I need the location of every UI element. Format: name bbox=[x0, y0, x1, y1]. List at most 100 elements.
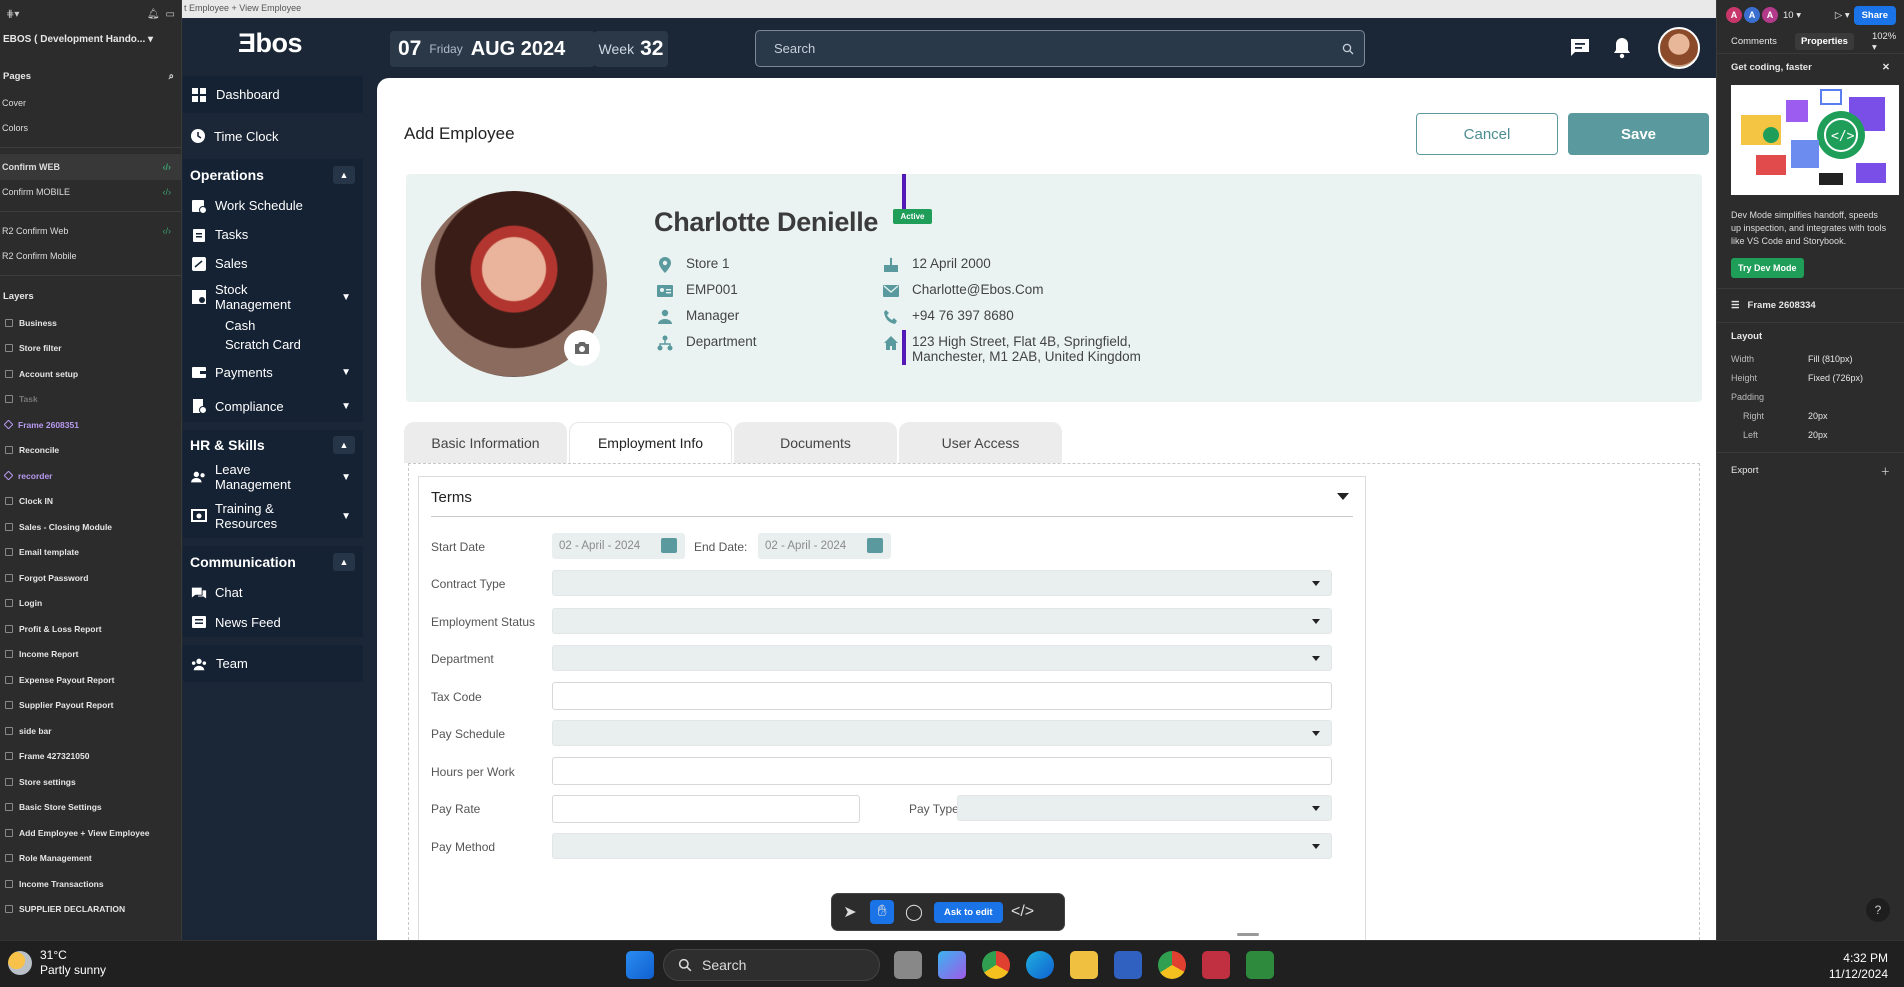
chevron-down-icon[interactable]: ▼ bbox=[341, 401, 351, 412]
layer-item[interactable]: Business bbox=[0, 310, 181, 336]
collapse-caret-icon[interactable] bbox=[1337, 493, 1349, 500]
collapse-icon[interactable]: ▲ bbox=[333, 436, 355, 454]
cancel-button[interactable]: Cancel bbox=[1416, 113, 1558, 155]
padding-left-value[interactable]: 20px bbox=[1808, 430, 1828, 440]
tab-user-access[interactable]: User Access bbox=[899, 422, 1062, 463]
collaborator-avatar[interactable]: A bbox=[1725, 6, 1743, 24]
pay-method-select[interactable] bbox=[552, 833, 1332, 859]
page-item[interactable]: R2 Confirm Mobile bbox=[0, 244, 181, 270]
nav-chat[interactable]: Chat bbox=[183, 578, 363, 607]
nav-communication[interactable]: Communication ▲ bbox=[183, 546, 363, 578]
app-icon[interactable] bbox=[1114, 951, 1142, 979]
frame-selection[interactable]: ☰ Frame 2608334 bbox=[1717, 289, 1904, 323]
ask-to-edit-button[interactable]: Ask to edit bbox=[934, 901, 1003, 923]
nav-hr-skills[interactable]: HR & Skills ▲ bbox=[183, 430, 363, 460]
chevron-down-icon[interactable]: ▼ bbox=[341, 367, 351, 378]
page-item[interactable]: R2 Confirm Web ‹/› bbox=[0, 218, 181, 244]
layer-item[interactable]: SUPPLIER DECLARATION bbox=[0, 897, 181, 923]
layer-item[interactable]: Email template bbox=[0, 540, 181, 566]
layer-item[interactable]: Role Management bbox=[0, 846, 181, 872]
page-item[interactable]: Confirm MOBILE ‹/› bbox=[0, 180, 181, 206]
layer-item[interactable]: Basic Store Settings bbox=[0, 795, 181, 821]
contract-type-select[interactable] bbox=[552, 570, 1332, 596]
task-view-icon[interactable] bbox=[894, 951, 922, 979]
search-icon[interactable]: ⌕ bbox=[169, 71, 178, 82]
messages-icon[interactable] bbox=[1568, 36, 1592, 60]
nav-dashboard[interactable]: Dashboard bbox=[183, 76, 363, 113]
system-clock[interactable]: 4:32 PM 11/12/2024 bbox=[1829, 950, 1888, 982]
layer-item[interactable]: Store filter bbox=[0, 336, 181, 362]
search-input[interactable]: Search bbox=[755, 30, 1365, 67]
padding-right-value[interactable]: 20px bbox=[1808, 411, 1828, 421]
edge-icon[interactable] bbox=[1026, 951, 1054, 979]
tab-employment-info[interactable]: Employment Info bbox=[569, 422, 732, 463]
nav-sales[interactable]: Sales bbox=[183, 249, 363, 278]
nav-stock-management[interactable]: Stock Management ▼ bbox=[183, 278, 363, 316]
tax-code-input[interactable] bbox=[552, 682, 1332, 710]
nav-leave-management[interactable]: Leave Management ▼ bbox=[183, 460, 363, 494]
nav-time-clock[interactable]: Time Clock bbox=[182, 113, 364, 159]
nav-compliance[interactable]: Compliance ▼ bbox=[183, 390, 363, 422]
page-item[interactable]: Confirm WEB ‹/› bbox=[0, 154, 181, 180]
user-avatar[interactable] bbox=[1658, 27, 1700, 69]
chevron-down-icon[interactable]: ▼ bbox=[341, 292, 351, 303]
layer-item[interactable]: Clock IN bbox=[0, 489, 181, 515]
resize-handle[interactable] bbox=[1237, 933, 1259, 936]
add-export-icon[interactable]: ＋ bbox=[1880, 464, 1890, 478]
bell-icon[interactable]: 🔔︎ bbox=[147, 9, 160, 20]
comment-tool-icon[interactable]: ◯ bbox=[902, 900, 926, 924]
camera-icon[interactable] bbox=[564, 330, 600, 366]
move-tool-icon[interactable]: ➤ bbox=[838, 900, 862, 924]
panel-toggle-icon[interactable]: ▭ bbox=[166, 9, 175, 20]
nav-news-feed[interactable]: News Feed bbox=[183, 607, 363, 637]
layer-item[interactable]: Forgot Password bbox=[0, 565, 181, 591]
layer-item[interactable]: Income Report bbox=[0, 642, 181, 668]
hand-tool-icon[interactable]: ✋︎ bbox=[870, 900, 894, 924]
collapse-icon[interactable]: ▲ bbox=[333, 553, 355, 571]
try-dev-mode-button[interactable]: Try Dev Mode bbox=[1731, 258, 1804, 278]
collaborator-avatar[interactable]: A bbox=[1761, 6, 1779, 24]
nav-cash[interactable]: Cash bbox=[183, 316, 363, 335]
help-icon[interactable]: ? bbox=[1866, 898, 1890, 922]
layer-item[interactable]: side bar bbox=[0, 718, 181, 744]
pay-rate-input[interactable] bbox=[552, 795, 860, 823]
play-icon[interactable]: ▷ ▾ bbox=[1835, 10, 1850, 21]
notifications-icon[interactable] bbox=[1610, 36, 1634, 60]
layer-item[interactable]: Frame 427321050 bbox=[0, 744, 181, 770]
zoom-level[interactable]: 102% ▾ bbox=[1872, 31, 1896, 53]
nav-training[interactable]: Training & Resources ▼ bbox=[183, 494, 363, 538]
pay-type-select[interactable] bbox=[957, 795, 1332, 821]
chevron-down-icon[interactable]: ▼ bbox=[341, 511, 351, 522]
copilot-icon[interactable] bbox=[938, 951, 966, 979]
layer-item[interactable]: Frame 2608351 bbox=[0, 412, 181, 438]
layer-item[interactable]: Task bbox=[0, 387, 181, 413]
nav-payments[interactable]: Payments ▼ bbox=[183, 354, 363, 390]
close-icon[interactable]: ✕ bbox=[1882, 62, 1890, 73]
collapse-icon[interactable]: ▲ bbox=[333, 166, 355, 184]
layer-item[interactable]: Expense Payout Report bbox=[0, 667, 181, 693]
collaborator-count[interactable]: 10 ▾ bbox=[1783, 10, 1801, 21]
layer-item[interactable]: Reconcile bbox=[0, 438, 181, 464]
layer-item[interactable]: Store settings bbox=[0, 769, 181, 795]
layer-item[interactable]: Add Employee + View Employee bbox=[0, 820, 181, 846]
save-button[interactable]: Save bbox=[1568, 113, 1709, 155]
figma-menu-icon[interactable]: ⋕▾ bbox=[6, 9, 19, 20]
tab-comments[interactable]: Comments bbox=[1731, 36, 1777, 47]
nav-scratch-card[interactable]: Scratch Card bbox=[183, 335, 363, 354]
employment-status-select[interactable] bbox=[552, 608, 1332, 634]
export-row[interactable]: Export ＋ bbox=[1717, 452, 1904, 488]
page-item[interactable]: Cover bbox=[0, 90, 181, 116]
layer-item[interactable]: recorder bbox=[0, 463, 181, 489]
chrome-icon[interactable] bbox=[982, 951, 1010, 979]
nav-operations[interactable]: Operations ▲ bbox=[183, 159, 363, 191]
layer-item[interactable]: Account setup bbox=[0, 361, 181, 387]
file-explorer-icon[interactable] bbox=[1070, 951, 1098, 979]
chevron-down-icon[interactable]: ▼ bbox=[341, 472, 351, 483]
page-item[interactable]: Colors bbox=[0, 116, 181, 142]
dev-mode-icon[interactable]: </> bbox=[1011, 900, 1035, 924]
layer-item[interactable]: Sales - Closing Module bbox=[0, 514, 181, 540]
nav-work-schedule[interactable]: Work Schedule bbox=[183, 191, 363, 220]
layer-item[interactable]: Login bbox=[0, 591, 181, 617]
nav-team[interactable]: Team bbox=[183, 645, 363, 682]
calendar-icon[interactable] bbox=[661, 538, 677, 553]
